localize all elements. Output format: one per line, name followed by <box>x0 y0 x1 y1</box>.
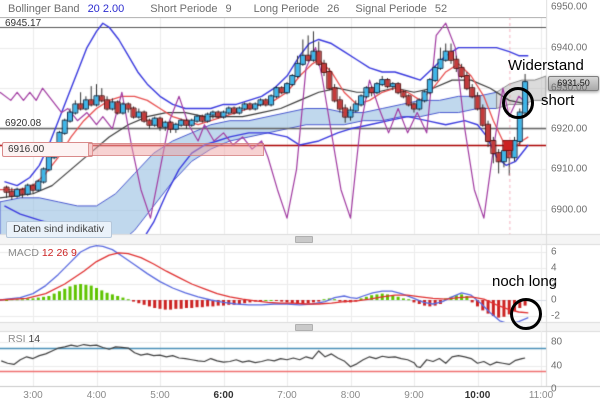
time-axis-label: 8:00 <box>340 390 361 401</box>
price-axis-label: 6950.00 <box>551 1 588 13</box>
bollinger-band-label: Bollinger Band <box>8 2 80 15</box>
time-axis-label: 3:00 <box>23 390 43 401</box>
short-annotation: short <box>541 92 575 109</box>
macd-title: MACD 12 26 9 <box>8 247 77 259</box>
short-period-value: 9 <box>225 2 232 15</box>
price-axis-label: 6920.00 <box>551 123 588 135</box>
trading-chart-window: Bollinger Band 20 2.00 Short Periode 9 L… <box>0 0 600 401</box>
rsi-axis-label: 80 <box>551 336 563 348</box>
signal-period-label: Signal Periode <box>355 2 427 15</box>
macd-axis-label: 2 <box>551 278 557 290</box>
panel-divider-handle-top[interactable] <box>295 236 313 243</box>
macd-params: 12 26 9 <box>41 247 77 259</box>
signal-period-value: 52 <box>434 2 448 15</box>
macd-label: MACD <box>8 247 39 259</box>
price-highlight-circle <box>502 87 534 119</box>
time-axis-label: 10:00 <box>464 390 491 401</box>
rsi-param: 14 <box>28 333 41 345</box>
time-axis-label: 6:00 <box>213 390 234 401</box>
disclaimer-tooltip: Daten sind indikativ <box>6 221 113 238</box>
time-axis-label: 4:00 <box>86 390 107 401</box>
macd-axis-label: 0 <box>551 294 557 306</box>
long-period-label: Long Periode <box>253 2 320 15</box>
rsi-label: RSI <box>8 333 26 345</box>
price-axis-label: 6930.00 <box>551 82 588 94</box>
level-label-upper: 6945.17 <box>5 18 42 29</box>
macd-axis-label: 6 <box>551 246 557 258</box>
alert-price-band <box>88 143 264 156</box>
rsi-title: RSI 14 <box>8 333 40 345</box>
panel-divider-handle-bottom[interactable] <box>295 324 313 331</box>
resistance-annotation: Widerstand <box>508 57 584 74</box>
time-axis-label: 5:00 <box>150 390 170 401</box>
short-period-label: Short Periode <box>150 2 218 15</box>
price-axis-label: 6910.00 <box>551 163 588 175</box>
long-period-value: 26 <box>327 2 340 15</box>
indicator-params-bar: Bollinger Band 20 2.00 Short Periode 9 L… <box>0 0 546 18</box>
alert-price-label[interactable]: 6916.00 <box>2 142 93 157</box>
price-axis-label: 6940.00 <box>551 42 588 54</box>
price-axis-label: 6900.00 <box>551 204 588 216</box>
macd-axis-label: -2 <box>551 310 560 322</box>
noch-long-annotation: noch long <box>492 273 558 290</box>
bollinger-band-values: 20 2.00 <box>87 2 125 15</box>
macd-axis-label: 4 <box>551 262 557 274</box>
time-axis-label: 11:00 <box>528 390 554 401</box>
macd-highlight-circle <box>510 298 542 330</box>
time-axis-label: 7:00 <box>277 390 297 401</box>
rsi-axis-label: 40 <box>551 360 563 372</box>
time-axis-label: 9:00 <box>404 390 424 401</box>
level-label-mid: 6920.08 <box>5 118 42 129</box>
